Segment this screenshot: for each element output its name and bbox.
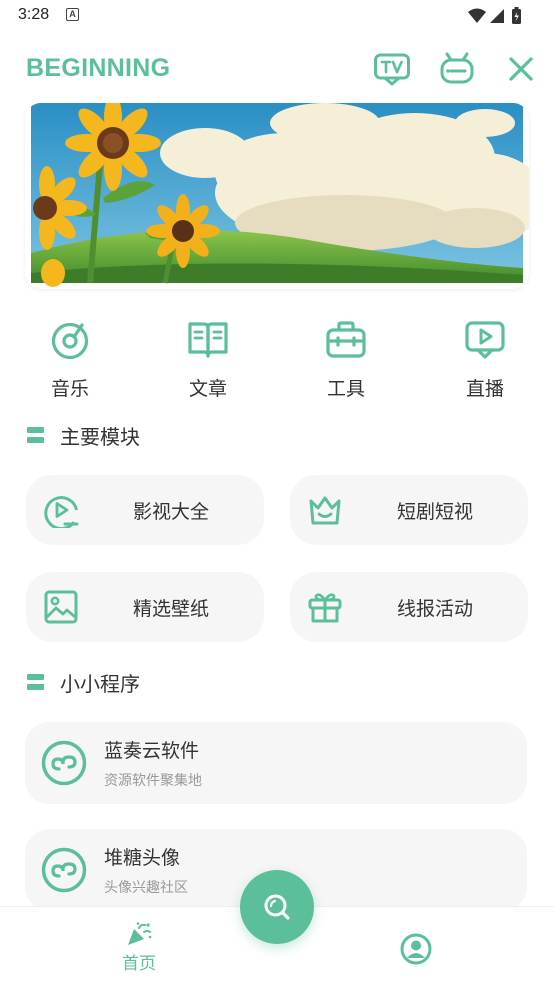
- robot-icon: [440, 52, 474, 84]
- module-label: 精选壁纸: [132, 598, 209, 620]
- search-icon: [264, 894, 290, 920]
- app-title: BEGINNING: [26, 54, 171, 82]
- module-card-movies[interactable]: 影视大全: [26, 475, 264, 545]
- section-header-main-modules: 主要模块: [27, 421, 140, 449]
- quick-nav-music[interactable]: 音乐: [25, 318, 115, 400]
- quick-nav-articles[interactable]: 文章: [163, 318, 253, 400]
- live-play-icon: [465, 321, 505, 359]
- section-marker-icon: [27, 426, 44, 444]
- section-title: 主要模块: [60, 424, 140, 449]
- status-time: 3:28: [18, 6, 50, 23]
- section-marker-icon: [27, 673, 44, 691]
- toolbox-icon: [326, 321, 366, 358]
- notification-a-icon: A: [66, 8, 79, 21]
- mini-program-subtitle: 头像兴趣社区: [104, 880, 188, 896]
- status-bar: 3:28 A: [0, 0, 554, 34]
- module-card-wallpapers[interactable]: 精选壁纸: [26, 572, 264, 642]
- user-profile-icon: [400, 933, 432, 965]
- banner-carousel[interactable]: [25, 103, 529, 289]
- mini-program-icon: [41, 847, 87, 893]
- tv-icon: [374, 53, 410, 86]
- nav-home-label: 首页: [122, 954, 156, 974]
- module-card-short-drama[interactable]: 短剧短视: [290, 475, 528, 545]
- section-header-mini-programs: 小小程序: [27, 668, 140, 696]
- battery-icon: [512, 7, 521, 24]
- module-card-deals[interactable]: 线报活动: [290, 572, 528, 642]
- nav-profile[interactable]: [398, 931, 434, 967]
- quick-nav-label: 直播: [465, 378, 504, 400]
- status-icons: [468, 7, 521, 24]
- mini-program-icon: [41, 740, 87, 786]
- mini-program-subtitle: 资源软件聚集地: [104, 773, 202, 789]
- section-title: 小小程序: [60, 671, 140, 696]
- close-button[interactable]: [502, 50, 540, 88]
- close-icon: [509, 57, 533, 81]
- nav-home[interactable]: 首页: [104, 921, 174, 977]
- tv-button[interactable]: [373, 50, 411, 88]
- mini-program-title: 堆糖头像: [104, 847, 181, 869]
- quick-nav-live[interactable]: 直播: [440, 318, 530, 400]
- party-popper-icon: [128, 922, 152, 945]
- wifi-icon: [468, 8, 486, 23]
- robot-button[interactable]: [438, 50, 476, 88]
- quick-nav-label: 工具: [326, 378, 365, 400]
- quick-nav-label: 音乐: [50, 378, 89, 400]
- book-icon: [188, 322, 228, 358]
- module-label: 线报活动: [396, 598, 473, 620]
- quick-nav-tools[interactable]: 工具: [301, 318, 391, 400]
- quick-nav-label: 文章: [188, 378, 227, 400]
- search-fab-button[interactable]: [240, 870, 314, 944]
- module-label: 影视大全: [132, 501, 209, 523]
- mini-program-title: 蓝奏云软件: [104, 740, 200, 762]
- signal-icon: [490, 9, 504, 23]
- module-label: 短剧短视: [396, 501, 473, 523]
- mini-program-card[interactable]: 蓝奏云软件 资源软件聚集地: [25, 722, 527, 804]
- banner-image: [31, 103, 529, 287]
- music-disc-icon: [51, 322, 89, 360]
